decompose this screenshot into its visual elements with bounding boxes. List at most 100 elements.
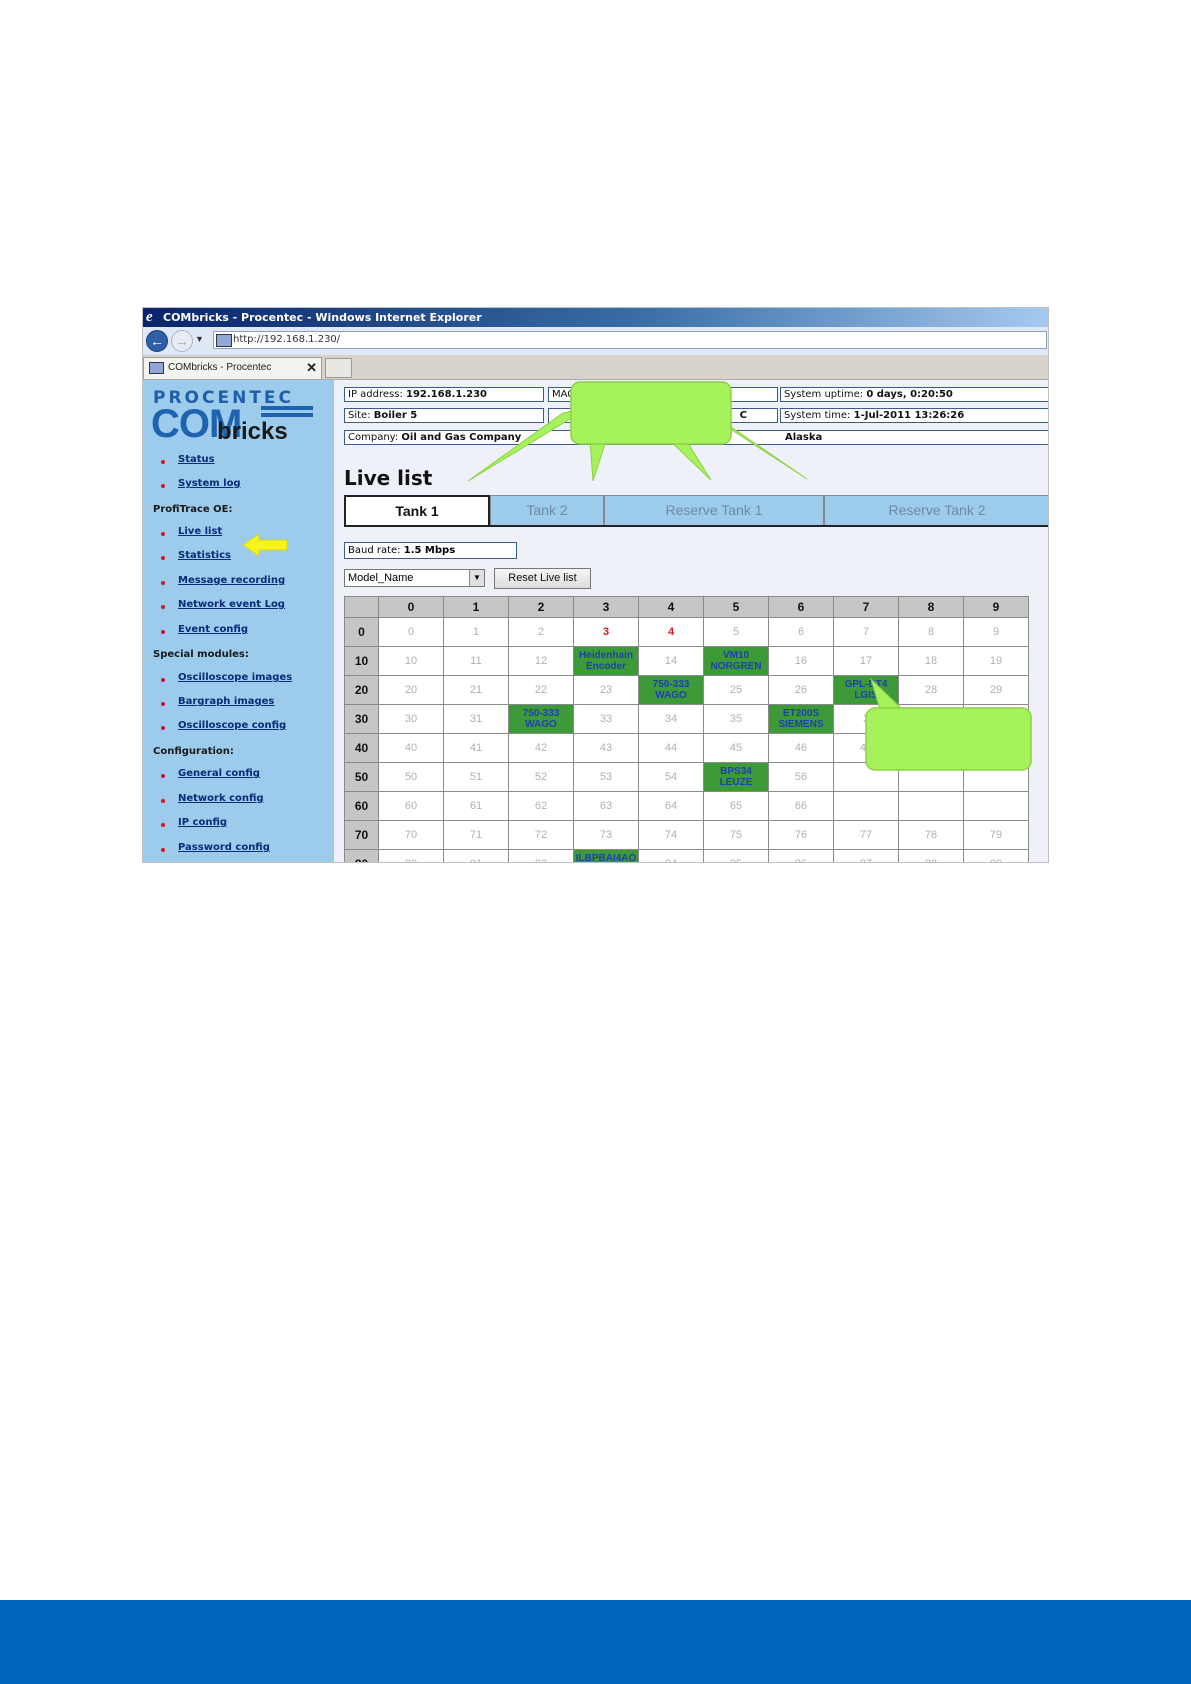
sidebar-link-password-config[interactable]: Password config xyxy=(178,842,270,853)
grid-row: 10 10 11 12 Heidenhain Encoder 14 VM10 NORGREN… xyxy=(344,646,1029,676)
sidebar-link-oscilloscope-images[interactable]: Oscilloscope images xyxy=(178,672,292,683)
grid-device-cell[interactable]: 750-333 WAGO xyxy=(508,704,574,734)
grid-row-header: 0 xyxy=(344,617,379,647)
info-site: Site: Boiler 5 xyxy=(344,408,544,423)
page-icon xyxy=(149,362,164,374)
grid-cell xyxy=(898,762,964,792)
sidebar-link-network-event-log[interactable]: Network event Log xyxy=(178,599,285,610)
sidebar-link-message-recording[interactable]: Message recording xyxy=(178,575,285,586)
info-location: Alaska xyxy=(785,432,823,443)
grid-cell: 5 xyxy=(703,617,769,647)
grid-row-header: 20 xyxy=(344,675,379,705)
grid-column-header: 6 xyxy=(768,596,834,618)
grid-cell: 61 xyxy=(443,791,509,821)
dropdown-arrow-icon[interactable]: ▼ xyxy=(469,570,484,586)
grid-cell: 12 xyxy=(508,646,574,676)
grid-cell: 44 xyxy=(638,733,704,763)
tab-reserve-tank-1[interactable]: Reserve Tank 1 xyxy=(604,495,824,526)
close-tab-icon[interactable]: ✕ xyxy=(306,358,317,378)
info-label: MAC xyxy=(552,389,575,400)
info-value: Oil and Gas Company xyxy=(401,432,522,443)
sidebar-link-network-config[interactable]: Network config xyxy=(178,793,264,804)
bullet-icon xyxy=(161,484,165,488)
grid-cell: 7 xyxy=(833,617,899,647)
grid-cell: 41 xyxy=(443,733,509,763)
grid-column-header: 7 xyxy=(833,596,899,618)
tab-reserve-tank-2[interactable]: Reserve Tank 2 xyxy=(824,495,1048,526)
grid-cell xyxy=(833,762,899,792)
info-value: 192.168.1.230 xyxy=(406,389,487,400)
grid-device-cell[interactable]: BPS34 LEUZE xyxy=(703,762,769,792)
grid-cell: 3 xyxy=(573,617,639,647)
grid-cell: 29 xyxy=(963,675,1029,705)
grid-device-cell[interactable]: 750-333 WAGO xyxy=(638,675,704,705)
sidebar-link-oscilloscope-config[interactable]: Oscilloscope config xyxy=(178,720,286,731)
grid-column-header: 0 xyxy=(378,596,444,618)
grid-device-cell[interactable]: ILBPBAI4AO PHOENIX xyxy=(573,849,639,862)
grid-cell: 35 xyxy=(703,704,769,734)
bullet-icon xyxy=(161,774,165,778)
grid-row: 20 20 21 22 23 750-333 WAGO 25 26 GPL-DT4 LGIS 28… xyxy=(344,675,1029,705)
grid-cell: 88 xyxy=(898,849,964,862)
grid-cell: 40 xyxy=(378,733,444,763)
sidebar: PROCENTEC COM bricks Status System log P… xyxy=(143,380,334,862)
history-dropdown-icon[interactable]: ▼ xyxy=(195,334,204,344)
tab-tank-2[interactable]: Tank 2 xyxy=(490,495,604,526)
grid-cell: 47 xyxy=(833,733,899,763)
info-label: IP address: xyxy=(348,389,403,400)
grid-cell: 54 xyxy=(638,762,704,792)
yellow-arrow-icon xyxy=(242,533,288,557)
section-profitrace: ProfiTrace OE: xyxy=(153,504,233,515)
sidebar-link-live-list[interactable]: Live list xyxy=(178,526,222,537)
bullet-icon xyxy=(161,532,165,536)
sidebar-link-event-config[interactable]: Event config xyxy=(178,624,248,635)
bullet-icon xyxy=(161,460,165,464)
sidebar-link-ip-config[interactable]: IP config xyxy=(178,817,227,828)
grid-cell: 76 xyxy=(768,820,834,850)
grid-row-header: 60 xyxy=(344,791,379,821)
bullet-icon xyxy=(161,630,165,634)
section-configuration: Configuration: xyxy=(153,746,234,757)
tab-tank-1[interactable]: Tank 1 xyxy=(344,495,490,526)
grid-device-cell[interactable]: VM10 NORGREN xyxy=(703,646,769,676)
grid-cell xyxy=(963,762,1029,792)
grid-cell: 82 xyxy=(508,849,574,862)
sidebar-link-status[interactable]: Status xyxy=(178,454,215,465)
new-tab-button[interactable] xyxy=(325,358,352,378)
grid-cell: 11 xyxy=(443,646,509,676)
grid-cell: 70 xyxy=(378,820,444,850)
grid-cell: 56 xyxy=(768,762,834,792)
grid-cell xyxy=(833,791,899,821)
bullet-icon xyxy=(161,581,165,585)
grid-device-cell[interactable]: GPL-DT4 LGIS xyxy=(833,675,899,705)
grid-cell: 14 xyxy=(638,646,704,676)
page-icon xyxy=(216,334,232,347)
grid-device-cell[interactable]: Heidenhain Encoder xyxy=(573,646,639,676)
info-middle: C xyxy=(548,408,778,423)
sidebar-link-bargraph-images[interactable]: Bargraph images xyxy=(178,696,274,707)
sidebar-link-system-log[interactable]: System log xyxy=(178,478,241,489)
browser-tab-title: COMbricks - Procentec xyxy=(168,362,272,373)
screenshot-frame: e COMbricks - Procentec - Windows Intern… xyxy=(142,307,1049,863)
browser-tab-combricks[interactable]: COMbricks - Procentec ✕ xyxy=(143,357,322,379)
grid-cell: 79 xyxy=(963,820,1029,850)
grid-cell: 85 xyxy=(703,849,769,862)
grid-column-header: 8 xyxy=(898,596,964,618)
grid-cell: 71 xyxy=(443,820,509,850)
window-title: COMbricks - Procentec - Windows Internet… xyxy=(163,311,482,324)
grid-cell: 16 xyxy=(768,646,834,676)
info-label: Site: xyxy=(348,410,371,421)
grid-column-header: 5 xyxy=(703,596,769,618)
grid-device-cell[interactable]: ET200S SIEMENS xyxy=(768,704,834,734)
url-input[interactable]: http://192.168.1.230/ xyxy=(213,331,1047,349)
sidebar-link-statistics[interactable]: Statistics xyxy=(178,550,231,561)
sidebar-link-general-config[interactable]: General config xyxy=(178,768,260,779)
forward-button[interactable]: → xyxy=(171,330,193,352)
back-button[interactable]: ← xyxy=(146,330,168,352)
grid-cell: 78 xyxy=(898,820,964,850)
grid-row-header: 10 xyxy=(344,646,379,676)
reset-live-list-button[interactable]: Reset Live list xyxy=(494,568,591,589)
grid-column-header: 3 xyxy=(573,596,639,618)
model-name-select[interactable]: Model_Name ▼ xyxy=(344,569,485,587)
grid-row-header: 80 xyxy=(344,849,379,862)
